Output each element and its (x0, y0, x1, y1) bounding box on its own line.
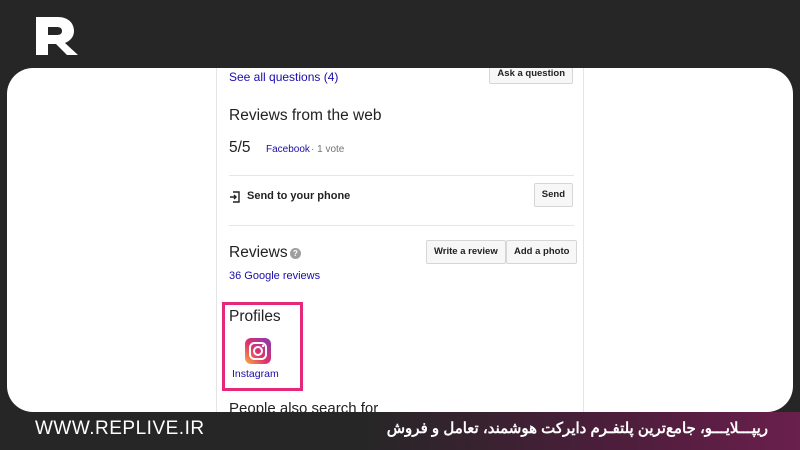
profiles-heading: Profiles (229, 308, 281, 325)
replive-logo-icon (36, 17, 78, 55)
reviews-from-web-heading: Reviews from the web (229, 107, 382, 124)
instagram-profile-link[interactable]: Instagram (232, 368, 279, 380)
reviews-heading: Reviews (229, 244, 288, 261)
divider (229, 225, 574, 226)
see-all-questions-link[interactable]: See all questions (4) (229, 70, 338, 84)
facebook-link[interactable]: Facebook (266, 144, 310, 155)
send-to-phone-label: Send to your phone (247, 190, 351, 202)
ask-question-button[interactable]: Ask a question (489, 68, 573, 84)
send-button[interactable]: Send (533, 183, 573, 207)
help-icon[interactable]: ? (290, 248, 301, 259)
google-reviews-link[interactable]: 36 Google reviews (229, 270, 320, 282)
people-also-search-heading: People also search for (229, 400, 379, 412)
divider (229, 175, 574, 176)
instagram-icon[interactable] (245, 338, 271, 364)
vote-count: · 1 vote (311, 144, 345, 155)
web-rating-score: 5/5 (229, 139, 251, 156)
send-to-phone-icon (230, 191, 240, 203)
brand-tagline: ریپـــلایـــو، جامع‌ترین پلتفـرم دایرکت … (386, 420, 768, 437)
add-photo-button[interactable]: Add a photo (506, 240, 578, 264)
write-review-button[interactable]: Write a review (426, 240, 506, 264)
content-card: See all questions (4) Ask a question Rev… (7, 68, 793, 412)
website-url: WWW.REPLIVE.IR (35, 418, 205, 439)
knowledge-panel: See all questions (4) Ask a question Rev… (216, 68, 584, 412)
